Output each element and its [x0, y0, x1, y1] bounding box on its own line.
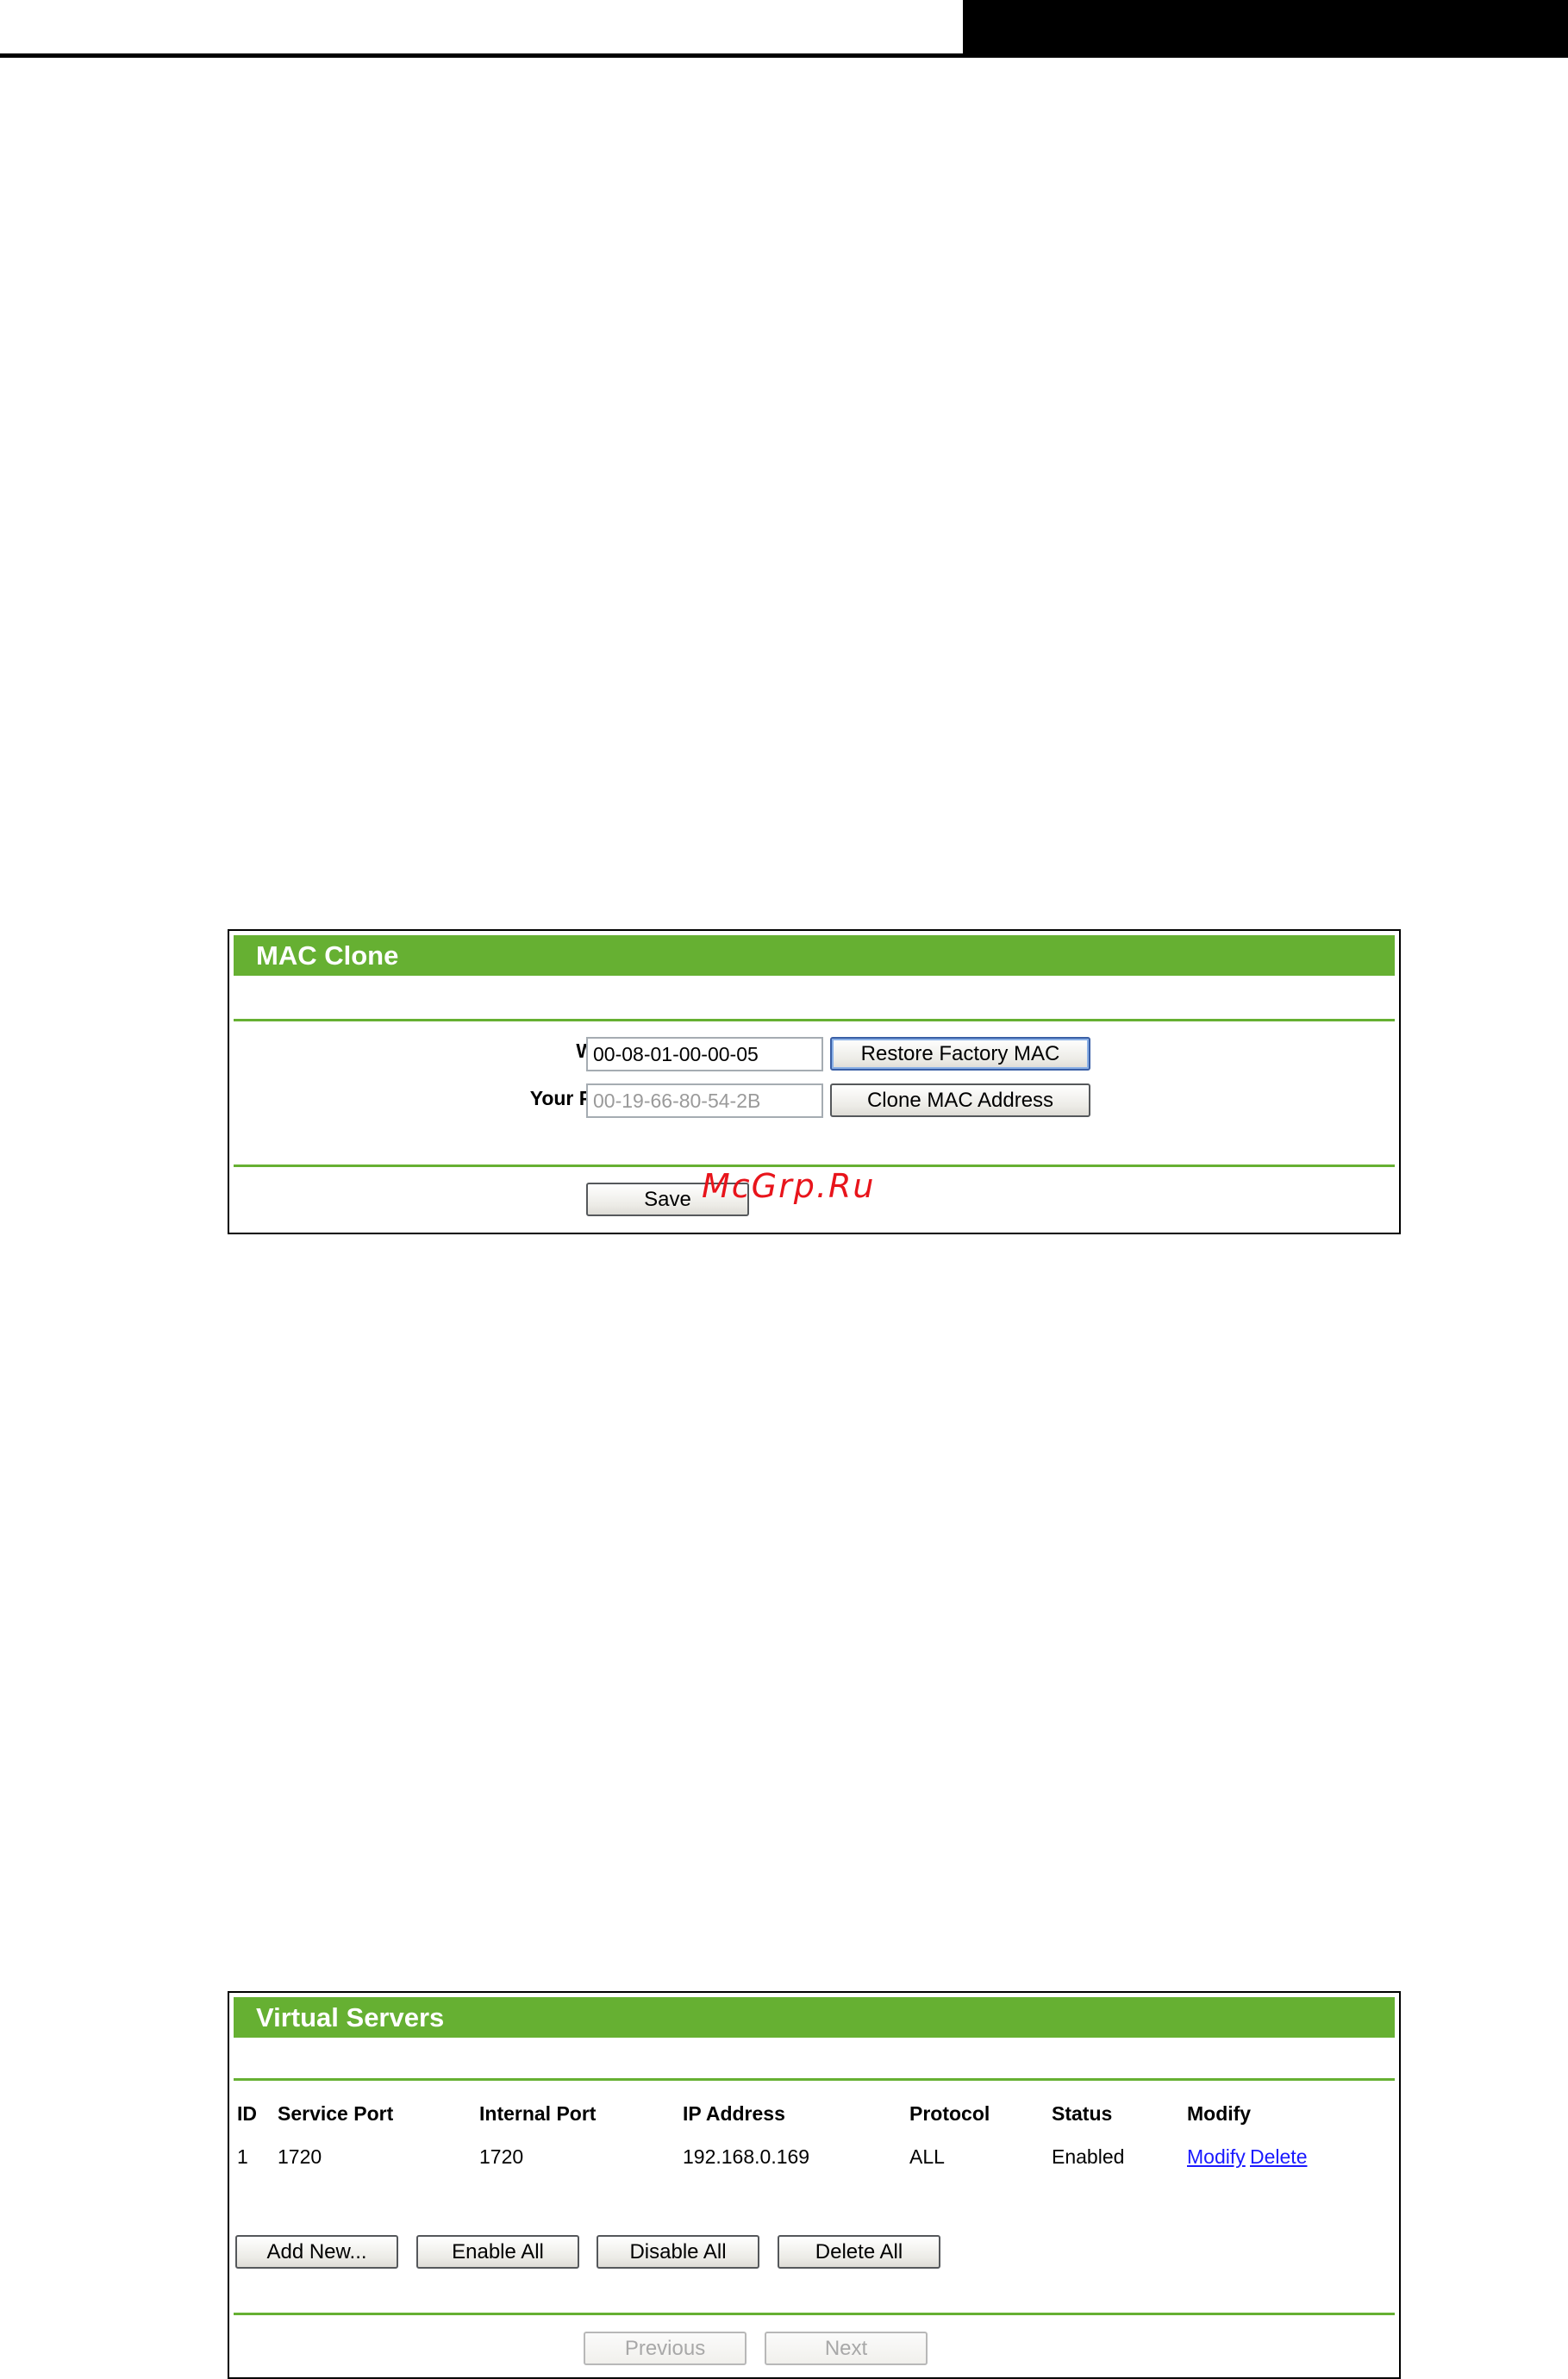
virtual-servers-divider-top	[234, 2078, 1395, 2081]
cell-ip-address: 192.168.0.169	[683, 2145, 810, 2168]
disable-all-button[interactable]: Disable All	[597, 2235, 759, 2269]
pc-mac-input	[586, 1083, 823, 1118]
wan-mac-input[interactable]	[586, 1037, 823, 1071]
col-header-protocol: Protocol	[909, 2102, 990, 2125]
virtual-servers-panel: Virtual Servers ID Service Port Internal…	[228, 1991, 1401, 2379]
col-header-ip-address: IP Address	[683, 2102, 785, 2125]
virtual-servers-divider-bottom	[234, 2313, 1395, 2315]
delete-link[interactable]: Delete	[1250, 2145, 1307, 2169]
add-new-button[interactable]: Add New...	[235, 2235, 398, 2269]
restore-factory-mac-button[interactable]: Restore Factory MAC	[830, 1037, 1090, 1071]
header-black-block	[963, 0, 1568, 57]
cell-service-port: 1720	[278, 2145, 322, 2168]
clone-mac-address-button[interactable]: Clone MAC Address	[830, 1083, 1090, 1117]
col-header-service-port: Service Port	[278, 2102, 394, 2125]
col-header-modify: Modify	[1187, 2102, 1252, 2125]
virtual-servers-title: Virtual Servers	[234, 1997, 1395, 2038]
previous-button[interactable]: Previous	[584, 2332, 747, 2365]
enable-all-button[interactable]: Enable All	[416, 2235, 579, 2269]
header-rule	[0, 53, 1568, 58]
watermark-text: McGrp.Ru	[702, 1167, 876, 1205]
cell-protocol: ALL	[909, 2145, 945, 2168]
col-header-internal-port: Internal Port	[479, 2102, 597, 2125]
cell-id: 1	[237, 2145, 248, 2168]
mac-clone-title: MAC Clone	[234, 935, 1395, 976]
cell-internal-port: 1720	[479, 2145, 524, 2168]
modify-link[interactable]: Modify	[1187, 2145, 1246, 2169]
col-header-id: ID	[237, 2102, 257, 2125]
next-button[interactable]: Next	[765, 2332, 928, 2365]
mac-clone-divider-top	[234, 1019, 1395, 1021]
delete-all-button[interactable]: Delete All	[778, 2235, 940, 2269]
cell-status: Enabled	[1052, 2145, 1125, 2168]
col-header-status: Status	[1052, 2102, 1113, 2125]
